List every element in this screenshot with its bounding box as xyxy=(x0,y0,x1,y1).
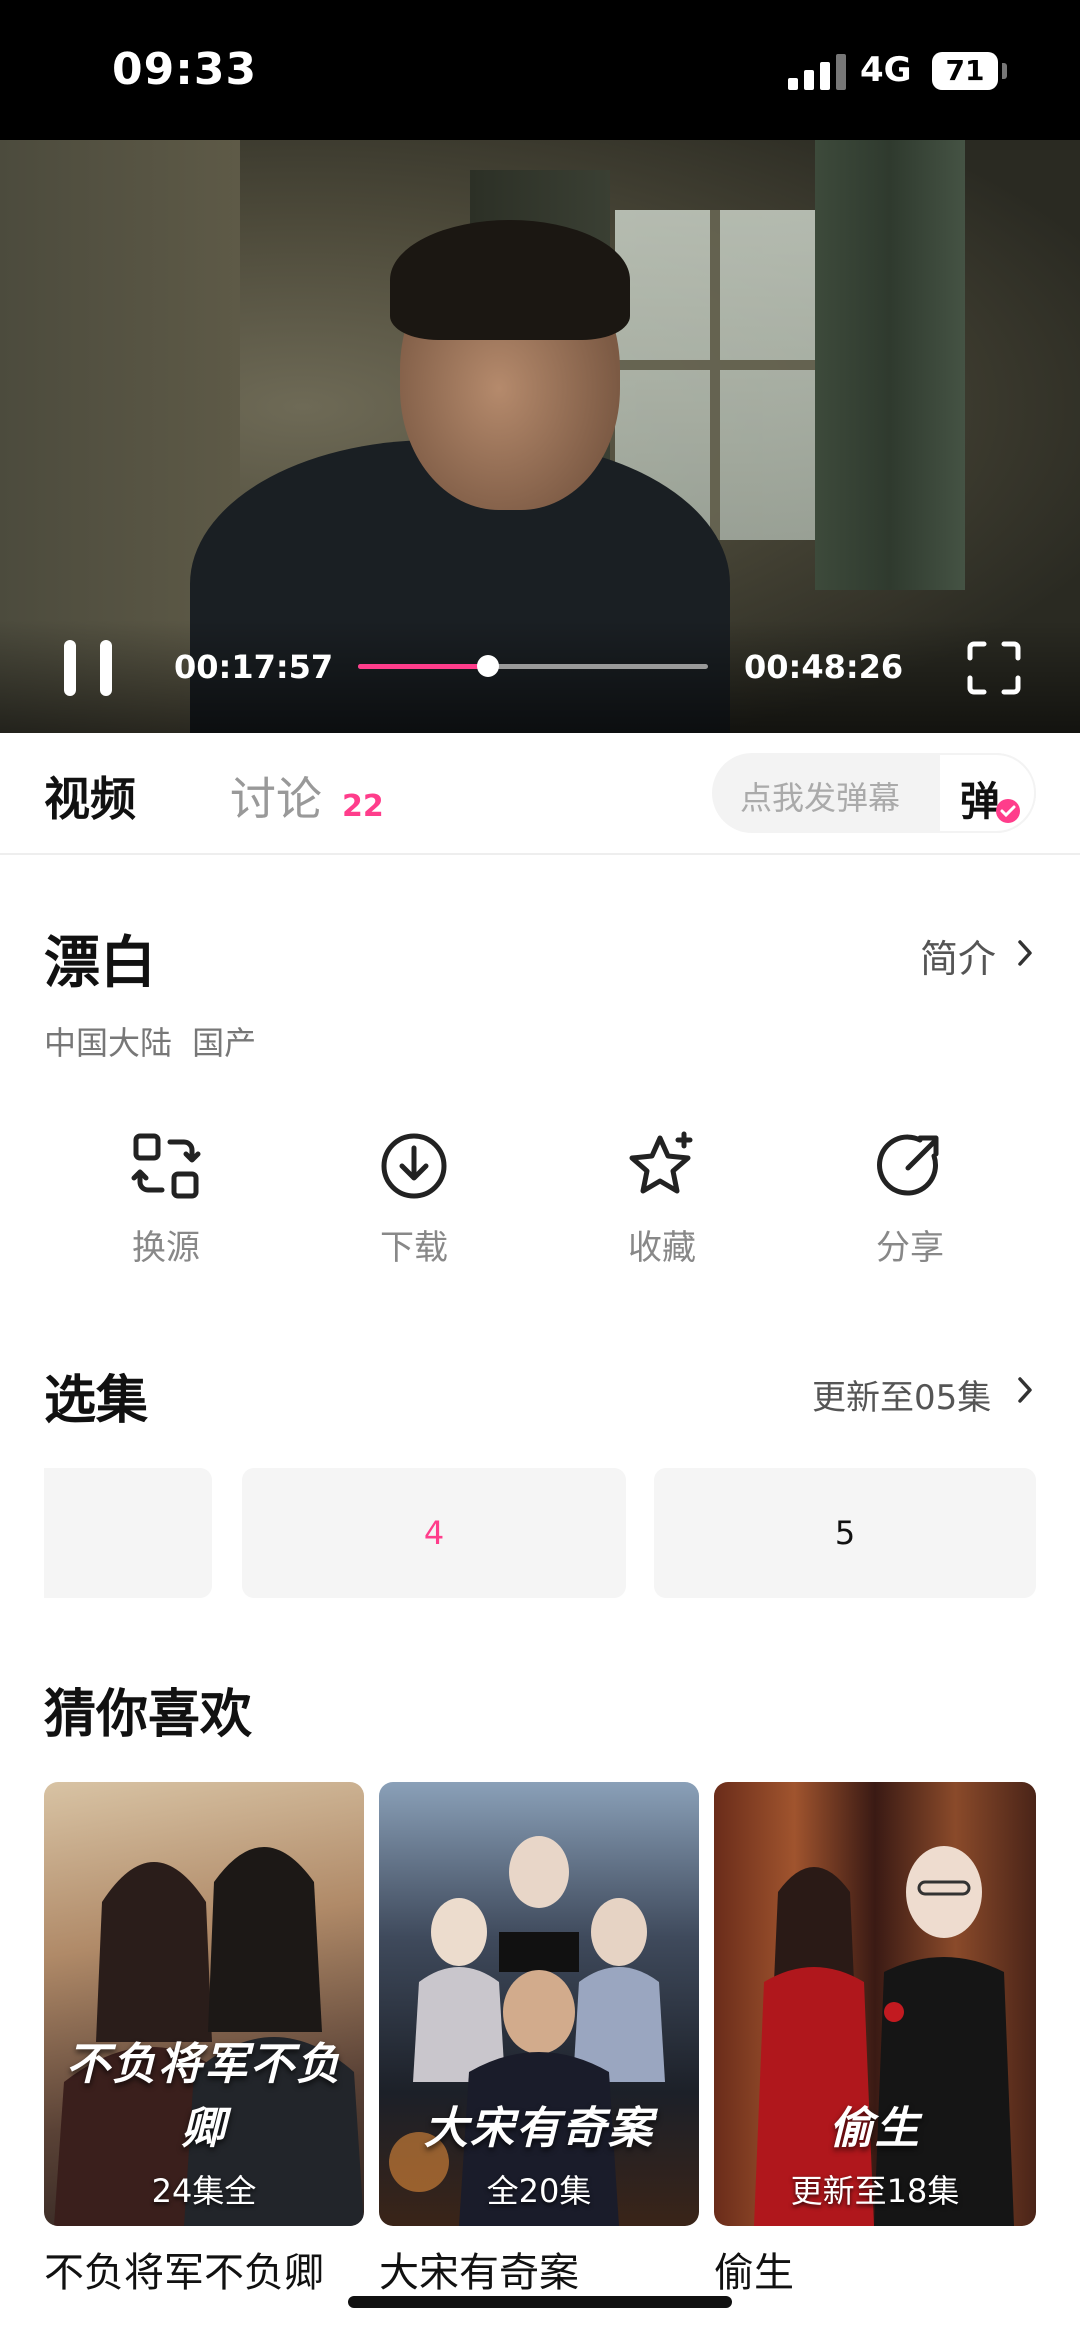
poster-card[interactable]: 偷生 更新至18集 xyxy=(714,1782,1036,2226)
poster-card[interactable]: 不负将军不负卿 24集全 xyxy=(44,1782,364,2226)
video-player[interactable] xyxy=(0,140,1080,733)
poster-badge: 全20集 xyxy=(486,2172,592,2210)
progress-bar[interactable] xyxy=(358,655,708,677)
danmaku-check-icon xyxy=(996,799,1020,823)
star-icon xyxy=(629,1131,693,1194)
episode-item[interactable] xyxy=(44,1468,212,1598)
share-icon xyxy=(877,1134,939,1196)
video-scene-curtain-right xyxy=(815,140,965,590)
battery-tip xyxy=(1002,63,1007,79)
action-label: 收藏 xyxy=(628,1228,696,1268)
share-button[interactable]: 分享 xyxy=(810,1130,1010,1290)
signal-icon xyxy=(788,54,846,90)
episode-item[interactable]: 5 xyxy=(654,1468,1036,1598)
recommend-heading: 猜你喜欢 xyxy=(44,1685,253,1745)
danmaku-bar[interactable]: 点我发弹幕 弹 xyxy=(712,753,1036,833)
action-label: 换源 xyxy=(132,1228,200,1268)
poster-card[interactable]: 大宋有奇案 全20集 xyxy=(379,1782,699,2226)
poster-badge: 24集全 xyxy=(151,2172,257,2210)
episodes-update-link[interactable]: 更新至05集 xyxy=(812,1370,991,1419)
status-bar: 09:33 4G 71 xyxy=(0,0,1080,212)
tab-bar: 视频 讨论 22 点我发弹幕 弹 xyxy=(0,733,1080,855)
progress-fill xyxy=(358,664,488,669)
download-button[interactable]: 下载 xyxy=(314,1130,514,1290)
tab-discussion[interactable]: 讨论 xyxy=(230,763,322,829)
poster-title-art: 不负将军不负卿 xyxy=(66,2039,342,2154)
poster-art xyxy=(389,1836,665,2226)
show-title: 漂白 xyxy=(44,931,156,996)
favorite-button[interactable]: 收藏 xyxy=(562,1130,762,1290)
tab-video[interactable]: 视频 xyxy=(44,763,136,829)
current-time: 00:17:57 xyxy=(174,648,334,686)
download-icon xyxy=(381,1133,447,1199)
danmaku-button-label: 弹 xyxy=(960,779,1000,825)
poster-art xyxy=(54,1847,364,2226)
episodes-heading: 选集 xyxy=(44,1371,149,1431)
chevron-right-icon[interactable] xyxy=(1016,1375,1034,1405)
battery-indicator: 71 xyxy=(932,52,998,90)
poster-title-art: 偷生 xyxy=(829,2103,921,2154)
episode-item-current[interactable]: 4 xyxy=(242,1468,626,1598)
danmaku-toggle-button[interactable]: 弹 xyxy=(938,753,1036,833)
poster-name[interactable]: 大宋有奇案 xyxy=(379,2240,579,2298)
poster-name[interactable]: 不负将军不负卿 xyxy=(44,2240,324,2298)
chevron-right-icon[interactable] xyxy=(1016,938,1034,968)
poster-title-art: 大宋有奇案 xyxy=(424,2103,654,2154)
player-controls-shade xyxy=(0,620,1080,733)
switch-source-icon xyxy=(131,1133,201,1199)
fullscreen-icon[interactable] xyxy=(966,640,1022,696)
poster-name[interactable]: 偷生 xyxy=(714,2240,794,2298)
status-time: 09:33 xyxy=(112,44,258,95)
progress-thumb[interactable] xyxy=(476,655,499,677)
total-time: 00:48:26 xyxy=(744,648,904,686)
switch-source-button[interactable]: 换源 xyxy=(66,1130,266,1290)
poster-badge: 更新至18集 xyxy=(790,2172,960,2210)
video-scene-person-hair xyxy=(390,220,630,340)
show-meta: 中国大陆 国产 xyxy=(44,1024,257,1062)
discussion-count-badge: 22 xyxy=(342,789,384,824)
home-indicator[interactable] xyxy=(348,2296,732,2308)
intro-link[interactable]: 简介 xyxy=(920,928,996,983)
action-label: 分享 xyxy=(876,1228,944,1268)
poster-art xyxy=(754,1846,1014,2226)
pause-button[interactable] xyxy=(62,640,114,696)
danmaku-input[interactable]: 点我发弹幕 xyxy=(740,773,900,819)
network-type: 4G xyxy=(860,50,912,90)
action-label: 下载 xyxy=(380,1228,448,1268)
